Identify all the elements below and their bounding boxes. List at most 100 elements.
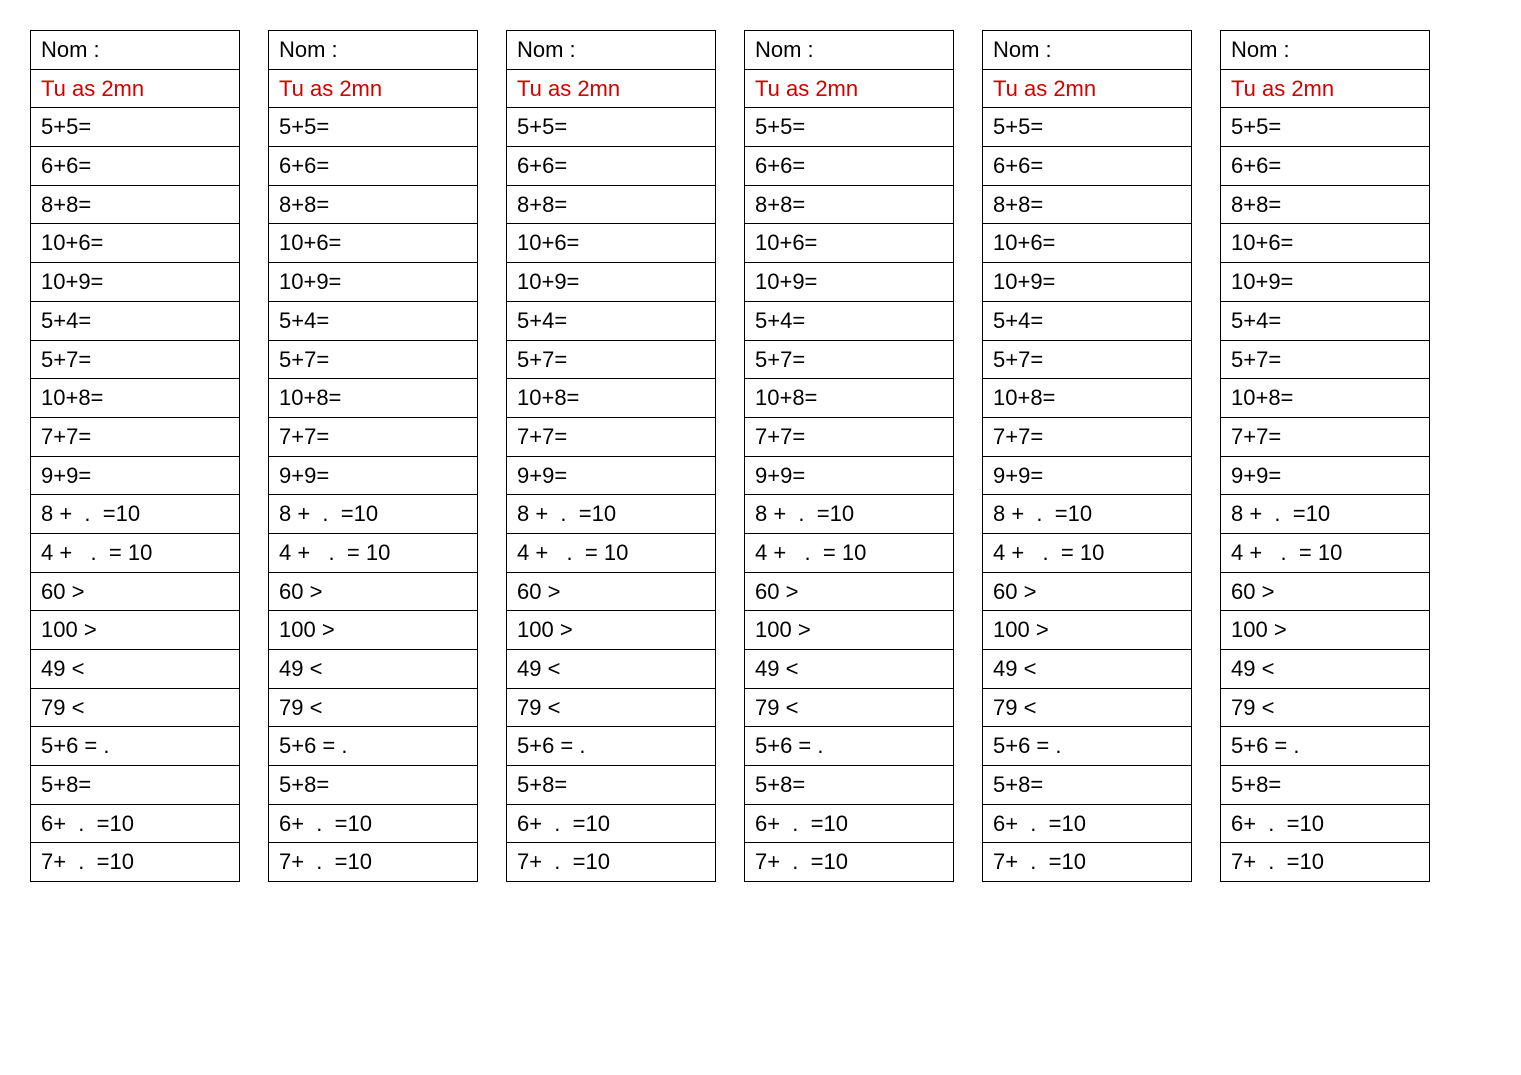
problem-row: 8+8= xyxy=(1221,186,1429,225)
problem-row: 49 < xyxy=(1221,650,1429,689)
problem-row: 8 + . =10 xyxy=(507,495,715,534)
problem-row: 49 < xyxy=(31,650,239,689)
problem-row: 79 < xyxy=(745,689,953,728)
problem-row: 9+9= xyxy=(1221,457,1429,496)
problem-row: 5+5= xyxy=(269,108,477,147)
problem-row: 10+9= xyxy=(31,263,239,302)
time-limit-row: Tu as 2mn xyxy=(507,70,715,109)
problem-row: 6+ . =10 xyxy=(983,805,1191,844)
problem-row: 5+4= xyxy=(983,302,1191,341)
problem-row: 49 < xyxy=(507,650,715,689)
problem-row: 5+6 = . xyxy=(745,727,953,766)
problem-row: 7+ . =10 xyxy=(745,843,953,881)
name-field-row: Nom : xyxy=(31,31,239,70)
problem-row: 5+4= xyxy=(31,302,239,341)
problem-row: 10+6= xyxy=(983,224,1191,263)
problem-row: 7+ . =10 xyxy=(269,843,477,881)
problem-row: 79 < xyxy=(1221,689,1429,728)
problem-row: 6+6= xyxy=(1221,147,1429,186)
problem-row: 49 < xyxy=(983,650,1191,689)
problem-row: 8 + . =10 xyxy=(31,495,239,534)
problem-row: 7+7= xyxy=(983,418,1191,457)
problem-row: 8 + . =10 xyxy=(745,495,953,534)
worksheet-card: Nom :Tu as 2mn5+5=6+6=8+8=10+6=10+9=5+4=… xyxy=(30,30,240,882)
problem-row: 10+8= xyxy=(1221,379,1429,418)
problem-row: 8+8= xyxy=(31,186,239,225)
problem-row: 79 < xyxy=(269,689,477,728)
problem-row: 6+ . =10 xyxy=(745,805,953,844)
problem-row: 7+7= xyxy=(269,418,477,457)
problem-row: 6+ . =10 xyxy=(507,805,715,844)
problem-row: 5+5= xyxy=(1221,108,1429,147)
problem-row: 8+8= xyxy=(507,186,715,225)
problem-row: 10+9= xyxy=(983,263,1191,302)
problem-row: 5+6 = . xyxy=(1221,727,1429,766)
problem-row: 8 + . =10 xyxy=(983,495,1191,534)
problem-row: 5+8= xyxy=(745,766,953,805)
problem-row: 10+8= xyxy=(507,379,715,418)
problem-row: 5+5= xyxy=(745,108,953,147)
problem-row: 10+6= xyxy=(1221,224,1429,263)
problem-row: 4 + . = 10 xyxy=(1221,534,1429,573)
problem-row: 10+9= xyxy=(269,263,477,302)
time-limit-row: Tu as 2mn xyxy=(745,70,953,109)
problem-row: 5+7= xyxy=(269,341,477,380)
problem-row: 49 < xyxy=(745,650,953,689)
problem-row: 7+7= xyxy=(507,418,715,457)
worksheet-card: Nom :Tu as 2mn5+5=6+6=8+8=10+6=10+9=5+4=… xyxy=(1220,30,1430,882)
problem-row: 5+7= xyxy=(507,341,715,380)
name-field-row: Nom : xyxy=(269,31,477,70)
problem-row: 6+ . =10 xyxy=(269,805,477,844)
problem-row: 5+8= xyxy=(269,766,477,805)
problem-row: 100 > xyxy=(745,611,953,650)
problem-row: 10+8= xyxy=(269,379,477,418)
problem-row: 10+8= xyxy=(745,379,953,418)
problem-row: 7+7= xyxy=(1221,418,1429,457)
problem-row: 8 + . =10 xyxy=(269,495,477,534)
problem-row: 6+6= xyxy=(269,147,477,186)
name-field-row: Nom : xyxy=(1221,31,1429,70)
problem-row: 5+8= xyxy=(31,766,239,805)
problem-row: 9+9= xyxy=(31,457,239,496)
problem-row: 5+6 = . xyxy=(507,727,715,766)
worksheet-card: Nom :Tu as 2mn5+5=6+6=8+8=10+6=10+9=5+4=… xyxy=(744,30,954,882)
problem-row: 5+8= xyxy=(983,766,1191,805)
problem-row: 5+7= xyxy=(1221,341,1429,380)
problem-row: 10+9= xyxy=(745,263,953,302)
problem-row: 60 > xyxy=(1221,573,1429,612)
time-limit-row: Tu as 2mn xyxy=(983,70,1191,109)
problem-row: 60 > xyxy=(269,573,477,612)
problem-row: 79 < xyxy=(983,689,1191,728)
problem-row: 7+ . =10 xyxy=(1221,843,1429,881)
time-limit-row: Tu as 2mn xyxy=(31,70,239,109)
problem-row: 9+9= xyxy=(507,457,715,496)
problem-row: 10+9= xyxy=(1221,263,1429,302)
worksheet-card: Nom :Tu as 2mn5+5=6+6=8+8=10+6=10+9=5+4=… xyxy=(982,30,1192,882)
name-field-row: Nom : xyxy=(507,31,715,70)
problem-row: 10+8= xyxy=(31,379,239,418)
problem-row: 5+6 = . xyxy=(269,727,477,766)
problem-row: 100 > xyxy=(983,611,1191,650)
problem-row: 100 > xyxy=(507,611,715,650)
time-limit-row: Tu as 2mn xyxy=(269,70,477,109)
problem-row: 4 + . = 10 xyxy=(269,534,477,573)
problem-row: 60 > xyxy=(31,573,239,612)
problem-row: 7+ . =10 xyxy=(507,843,715,881)
problem-row: 5+4= xyxy=(269,302,477,341)
problem-row: 100 > xyxy=(31,611,239,650)
worksheet-card: Nom :Tu as 2mn5+5=6+6=8+8=10+6=10+9=5+4=… xyxy=(506,30,716,882)
problem-row: 8+8= xyxy=(745,186,953,225)
problem-row: 5+6 = . xyxy=(983,727,1191,766)
problem-row: 6+6= xyxy=(745,147,953,186)
problem-row: 10+6= xyxy=(745,224,953,263)
problem-row: 10+6= xyxy=(31,224,239,263)
problem-row: 4 + . = 10 xyxy=(745,534,953,573)
problem-row: 49 < xyxy=(269,650,477,689)
problem-row: 5+7= xyxy=(31,341,239,380)
problem-row: 7+7= xyxy=(31,418,239,457)
problem-row: 9+9= xyxy=(983,457,1191,496)
problem-row: 4 + . = 10 xyxy=(507,534,715,573)
problem-row: 5+5= xyxy=(31,108,239,147)
problem-row: 5+5= xyxy=(983,108,1191,147)
problem-row: 5+7= xyxy=(745,341,953,380)
